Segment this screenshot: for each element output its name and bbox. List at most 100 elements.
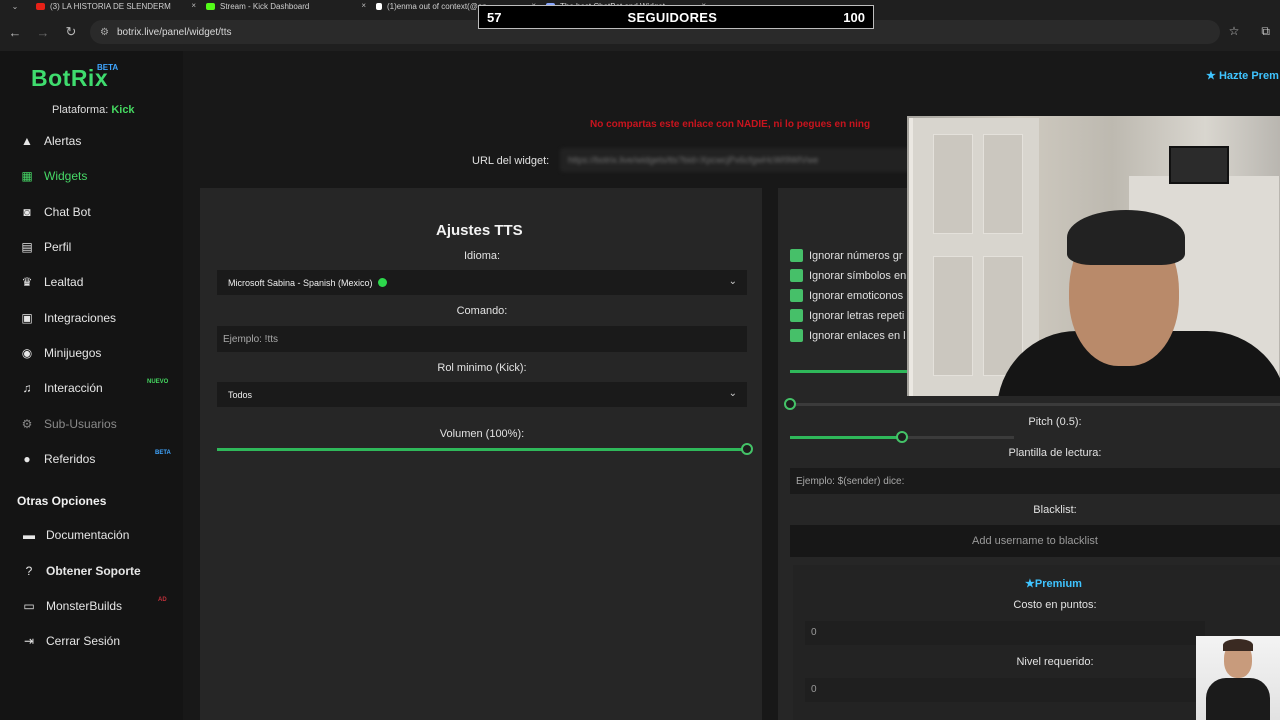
idioma-select[interactable]: Microsoft Sabina - Spanish (Mexico) ⌄	[217, 270, 747, 295]
presenter-hair	[1223, 639, 1253, 651]
ignore-symbols-checkbox[interactable]: Ignorar símbolos en	[790, 269, 906, 282]
site-info-icon[interactable]: ⚙	[100, 27, 109, 38]
kick-icon	[206, 3, 215, 10]
bookmark-star-icon[interactable]: ☆	[1229, 24, 1240, 39]
checkbox-label: Ignorar enlaces en l	[809, 329, 906, 342]
close-tab-icon[interactable]: ×	[191, 1, 196, 10]
sidebar-item-label: Widgets	[44, 169, 88, 183]
platform-indicator: Plataforma: Kick	[52, 104, 135, 116]
rol-select[interactable]: Todos ⌄	[217, 382, 747, 407]
beta-badge: BETA	[155, 450, 171, 456]
sidebar-item-referidos[interactable]: ● Referidos	[20, 452, 95, 466]
plantilla-input[interactable]: Ejemplo: $(sender) dice:	[790, 468, 1280, 494]
pitch-slider-knob[interactable]	[896, 431, 908, 443]
sidebar-item-chat-bot[interactable]: ◙ Chat Bot	[20, 205, 91, 219]
sidebar-item-lealtad[interactable]: ♛ Lealtad	[20, 275, 84, 289]
volumen-slider-knob[interactable]	[741, 443, 753, 455]
rol-value: Todos	[228, 389, 253, 400]
nivel-label: Nivel requerido:	[1016, 656, 1094, 668]
platform-value: Kick	[111, 104, 135, 116]
premium-cta[interactable]: ★ Hazte Prem	[1206, 69, 1279, 82]
sidebar-item-label: Lealtad	[44, 275, 84, 289]
checkbox-checked[interactable]	[790, 309, 803, 322]
webcam-overlay	[907, 116, 1280, 396]
widget-url-field[interactable]: https://botrix.live/widgets/tts?bid=Xpcw…	[560, 148, 910, 172]
presenter-thumbnail	[1196, 636, 1280, 720]
sidebar-item-widgets[interactable]: ▦ Widgets	[20, 169, 87, 183]
star-icon: ★	[1206, 70, 1216, 82]
sidebar-item-integraciones[interactable]: ▣ Integraciones	[20, 311, 116, 325]
sidebar-item-sub-usuarios[interactable]: ⚙ Sub-Usuarios	[20, 417, 117, 431]
youtube-icon	[36, 3, 45, 10]
nivel-input[interactable]: 0	[805, 678, 1205, 702]
webcam-person-cap	[1067, 210, 1185, 265]
trophy-icon: ♛	[21, 275, 33, 289]
sidebar-item-soporte[interactable]: ? Obtener Soporte	[22, 564, 141, 578]
premium-title: ★Premium	[1025, 577, 1082, 590]
users-icon: ●	[23, 452, 31, 466]
ignore-emotes-checkbox[interactable]: Ignorar emoticonos	[790, 289, 903, 302]
reload-icon[interactable]: ↻	[58, 24, 84, 40]
sidebar-item-label: Chat Bot	[44, 205, 91, 219]
tab-title: (3) LA HISTORIA DE SLENDERM	[50, 2, 171, 11]
speed-slider[interactable]	[790, 370, 920, 373]
extensions-icon[interactable]: ⧉	[1261, 24, 1270, 39]
share-warning: No compartas este enlace con NADIE, ni l…	[590, 119, 871, 130]
sidebar-item-label: Perfil	[44, 240, 72, 254]
sidebar-item-cerrar-sesion[interactable]: ⇥ Cerrar Sesión	[22, 634, 120, 648]
sidebar-item-label: Cerrar Sesión	[46, 634, 121, 648]
secondary-slider[interactable]	[790, 403, 1280, 406]
idioma-value: Microsoft Sabina - Spanish (Mexico)	[228, 277, 373, 288]
tab-title: Stream - Kick Dashboard	[220, 2, 310, 11]
checkbox-checked[interactable]	[790, 289, 803, 302]
sidebar-item-label: Sub-Usuarios	[44, 417, 117, 431]
music-icon: ♫	[22, 381, 32, 395]
profile-card-icon: ▤	[21, 240, 33, 254]
sidebar-item-perfil[interactable]: ▤ Perfil	[20, 240, 71, 254]
secondary-slider-knob[interactable]	[784, 398, 796, 410]
comando-input[interactable]: Ejemplo: !tts	[217, 326, 747, 352]
checkbox-checked[interactable]	[790, 329, 803, 342]
laptop-icon: ▭	[23, 599, 35, 613]
sidebar-item-documentacion[interactable]: ▬ Documentación	[22, 528, 129, 542]
sidebar-item-monsterbuilds[interactable]: ▭ MonsterBuilds	[22, 599, 122, 613]
checkbox-label: Ignorar números gr	[809, 249, 903, 262]
close-tab-icon[interactable]: ×	[361, 1, 366, 10]
sidebar-item-label: Referidos	[44, 452, 96, 466]
browser-tab[interactable]: (3) LA HISTORIA DE SLENDERM ×	[30, 0, 200, 13]
ad-badge: AD	[158, 597, 167, 603]
logo-beta-badge: BETA	[97, 63, 119, 72]
follower-label: SEGUIDORES	[627, 9, 718, 25]
star-icon: ★	[1025, 578, 1035, 590]
volumen-slider[interactable]	[217, 448, 747, 451]
checkbox-checked[interactable]	[790, 269, 803, 282]
tab-title: (1)enma out of context(@en	[387, 2, 487, 11]
tts-settings-panel	[200, 188, 762, 720]
follower-count: 57	[487, 9, 502, 25]
premium-title-label: Premium	[1034, 578, 1082, 590]
sidebar-item-minijuegos[interactable]: ◉ Minijuegos	[20, 346, 102, 360]
blacklist-label: Blacklist:	[1033, 504, 1077, 516]
ignore-links-checkbox[interactable]: Ignorar enlaces en l	[790, 329, 906, 342]
sidebar-item-alertas[interactable]: ▲ Alertas	[20, 134, 81, 148]
costo-input[interactable]: 0	[805, 621, 1205, 645]
ignore-numbers-checkbox[interactable]: Ignorar números gr	[790, 249, 903, 262]
screen: { "browser": { "tabs": [ {"label": "(3) …	[0, 0, 1280, 720]
browser-tab[interactable]: Stream - Kick Dashboard ×	[200, 0, 370, 13]
tab-search-icon[interactable]: ⌄	[0, 2, 30, 11]
back-icon[interactable]: ←	[2, 25, 28, 40]
ignore-repeated-letters-checkbox[interactable]: Ignorar letras repeti	[790, 309, 904, 322]
door-panel	[933, 256, 973, 376]
follower-goal: 100	[843, 9, 865, 25]
sidebar-item-label: Alertas	[44, 134, 82, 148]
pitch-slider-fill	[790, 436, 902, 439]
sidebar-item-interaccion[interactable]: ♫ Interacción	[20, 381, 103, 395]
checkbox-checked[interactable]	[790, 249, 803, 262]
widget-url-label: URL del widget:	[472, 155, 550, 167]
add-to-blacklist-button[interactable]: Add username to blacklist	[790, 525, 1280, 557]
forward-icon[interactable]: →	[30, 25, 56, 40]
checkbox-label: Ignorar emoticonos	[809, 289, 904, 302]
comando-label: Comando:	[456, 305, 508, 317]
chevron-down-icon: ⌄	[728, 276, 737, 287]
sidebar-item-label: Minijuegos	[44, 346, 102, 360]
